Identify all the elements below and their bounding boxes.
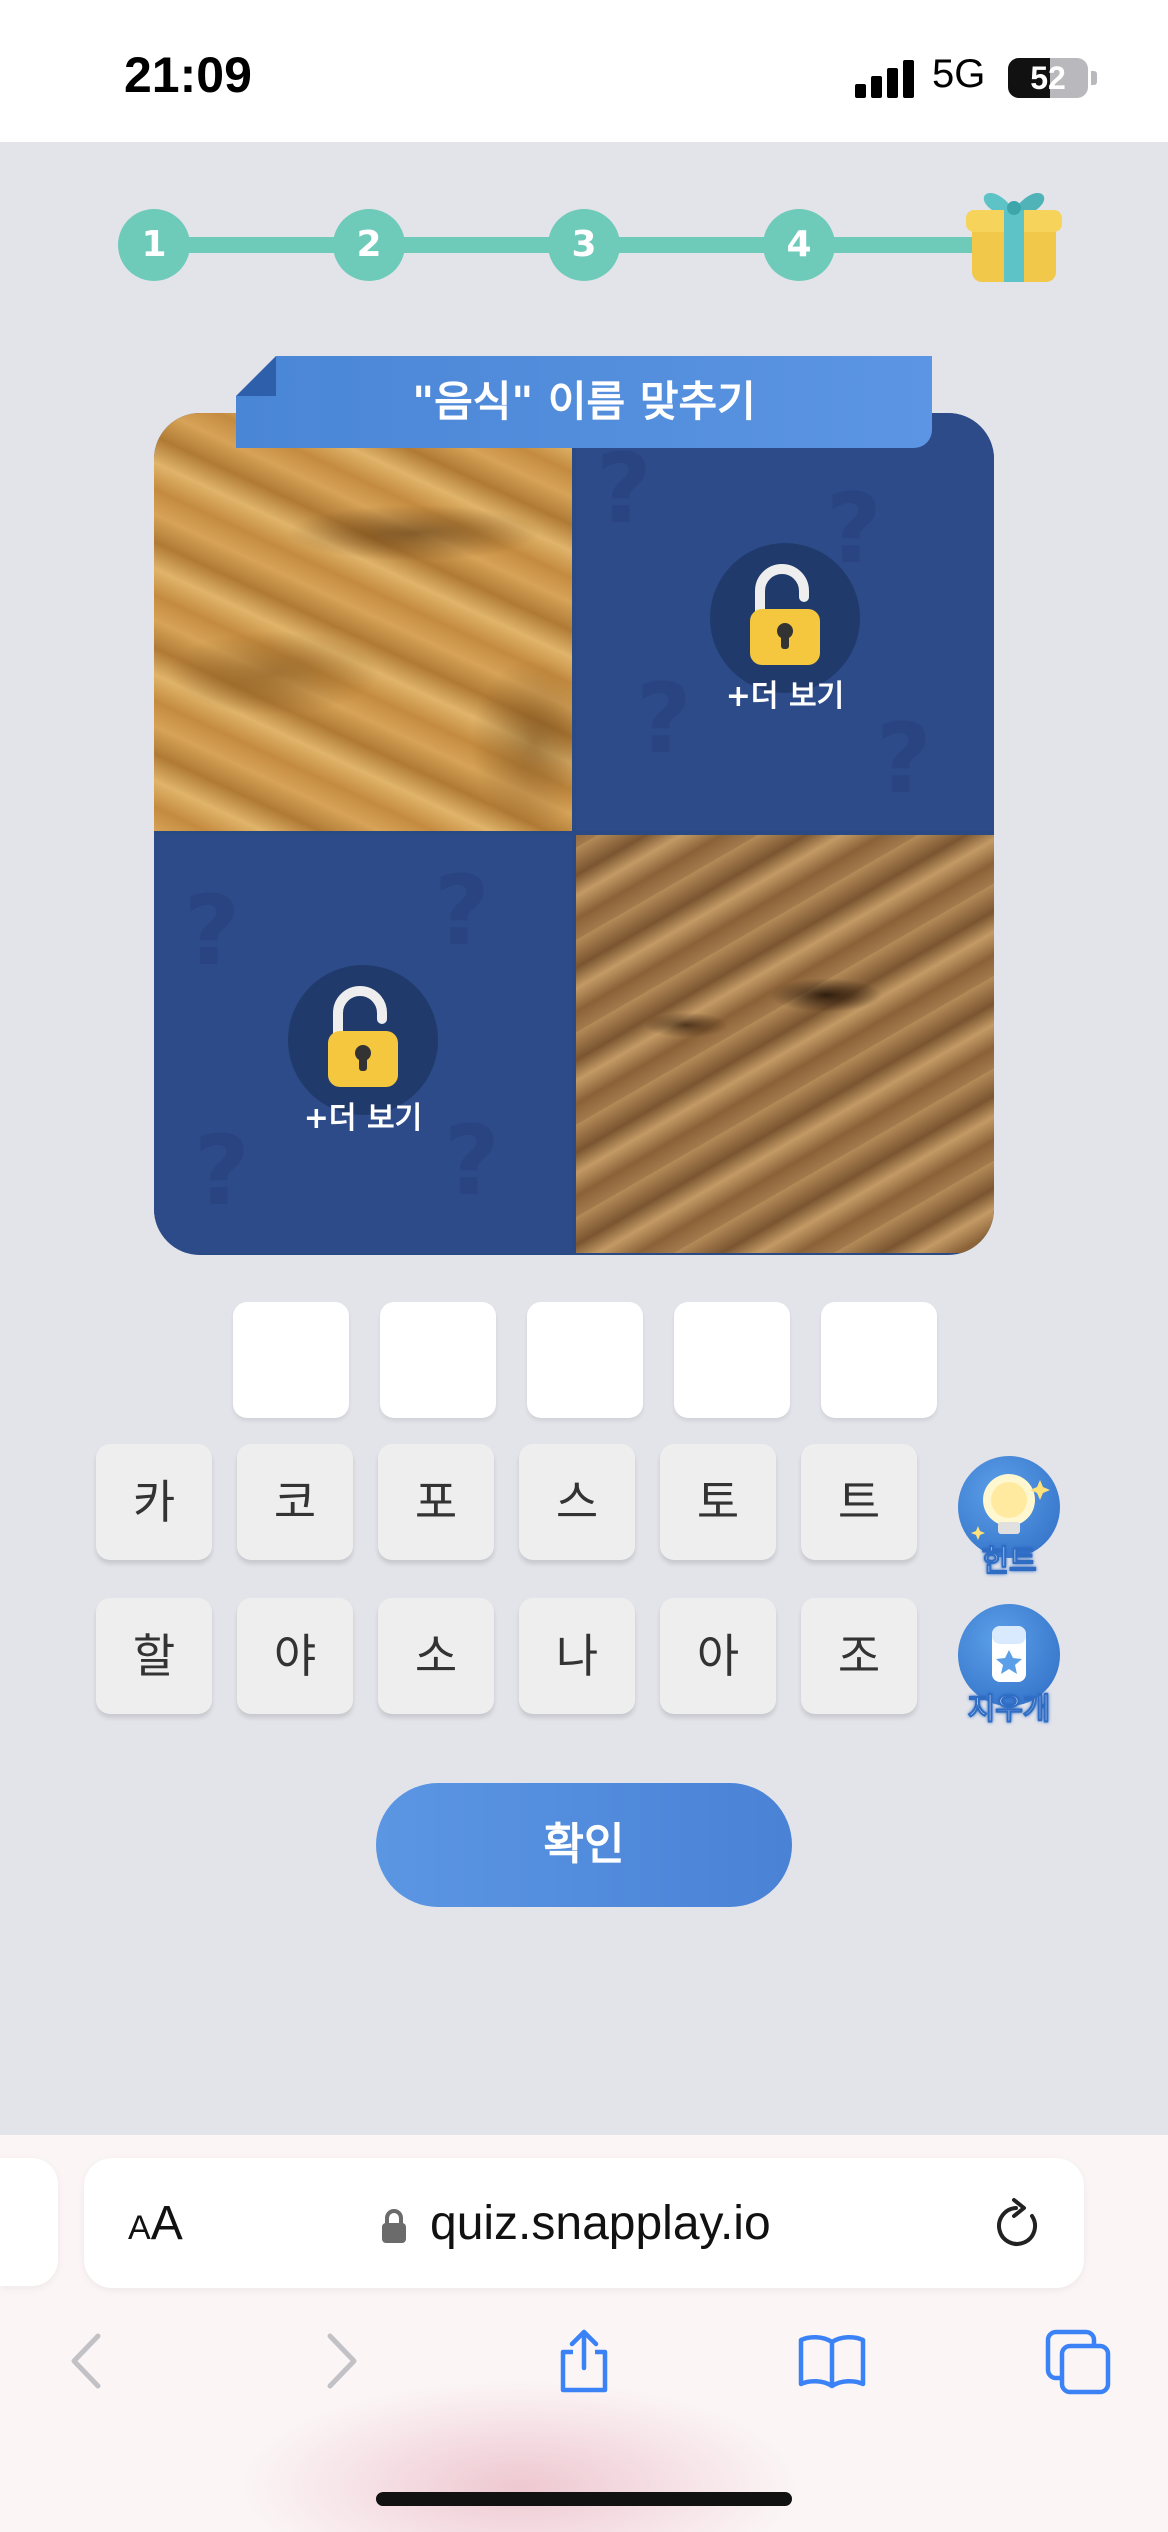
bookmarks-icon[interactable] xyxy=(797,2326,867,2396)
background-blur xyxy=(240,2380,800,2532)
progress-step-1: 1 xyxy=(118,209,190,281)
image-tile-revealed xyxy=(576,835,994,1253)
home-indicator xyxy=(376,2492,792,2506)
tabs-icon[interactable] xyxy=(1044,2326,1114,2396)
question-mark-pattern: ? xyxy=(596,433,652,545)
answer-slot[interactable] xyxy=(527,1302,643,1418)
image-tile-revealed xyxy=(154,413,572,831)
answer-slot[interactable] xyxy=(380,1302,496,1418)
text-size-small: A xyxy=(128,2209,151,2247)
eraser-label: 지우개 xyxy=(967,1692,1051,1728)
battery-tip xyxy=(1091,71,1097,85)
letter-key[interactable]: 스 xyxy=(519,1444,635,1560)
quiz-image-grid: ? ? ? ? +더 보기 ? ? ? ? +더 보기 xyxy=(154,413,994,1255)
letter-key[interactable]: 트 xyxy=(801,1444,917,1560)
letter-key[interactable]: 야 xyxy=(237,1598,353,1714)
image-tile-locked[interactable]: ? ? ? ? +더 보기 xyxy=(576,413,994,831)
forward-icon[interactable] xyxy=(304,2326,374,2396)
more-view-label: +더 보기 xyxy=(725,679,845,714)
status-bar: 21:09 5G 52 xyxy=(0,0,1168,142)
network-type: 5G xyxy=(932,52,986,96)
image-tile-locked[interactable]: ? ? ? ? +더 보기 xyxy=(154,835,572,1253)
reload-icon[interactable] xyxy=(992,2196,1044,2252)
more-view-label: +더 보기 xyxy=(303,1101,423,1136)
letter-key[interactable]: 카 xyxy=(96,1444,212,1560)
share-icon[interactable] xyxy=(549,2326,619,2396)
back-icon[interactable] xyxy=(54,2326,124,2396)
question-mark-pattern: ? xyxy=(434,855,490,967)
letter-key[interactable]: 할 xyxy=(96,1598,212,1714)
gift-icon xyxy=(966,192,1062,282)
letter-key[interactable]: 아 xyxy=(660,1598,776,1714)
question-mark-pattern: ? xyxy=(876,703,932,815)
letter-key[interactable]: 포 xyxy=(378,1444,494,1560)
confirm-button[interactable]: 확인 xyxy=(376,1783,792,1907)
answer-slot[interactable] xyxy=(674,1302,790,1418)
letter-key[interactable]: 조 xyxy=(801,1598,917,1714)
quiz-title: "음식" 이름 맞추기 xyxy=(412,377,756,426)
cellular-signal-icon xyxy=(855,60,915,98)
url-text[interactable]: quiz.snapplay.io xyxy=(430,2196,771,2251)
answer-slot[interactable] xyxy=(821,1302,937,1418)
letter-key[interactable]: 토 xyxy=(660,1444,776,1560)
battery-level: 52 xyxy=(1030,60,1066,96)
text-size-button[interactable]: AA xyxy=(128,2196,183,2251)
text-size-large: A xyxy=(150,2197,183,2250)
progress-step-3: 3 xyxy=(548,209,620,281)
letter-key[interactable]: 나 xyxy=(519,1598,635,1714)
previous-tab-peek[interactable] xyxy=(0,2158,58,2286)
hint-label: 힌트 xyxy=(981,1544,1037,1580)
battery-icon: 52 xyxy=(1008,58,1088,98)
answer-slot[interactable] xyxy=(233,1302,349,1418)
status-time: 21:09 xyxy=(124,47,252,103)
progress-step-4: 4 xyxy=(763,209,835,281)
letter-key[interactable]: 소 xyxy=(378,1598,494,1714)
lock-icon xyxy=(382,2209,406,2243)
progress-step-2: 2 xyxy=(333,209,405,281)
letter-key[interactable]: 코 xyxy=(237,1444,353,1560)
question-mark-pattern: ? xyxy=(184,875,240,987)
